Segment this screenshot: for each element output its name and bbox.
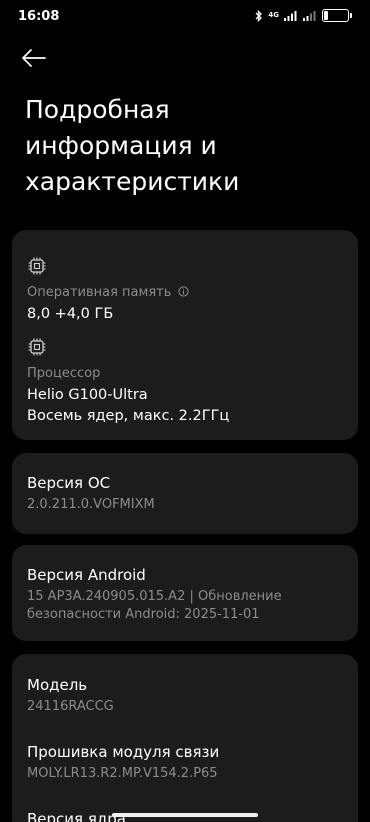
model-value: 24116RACCG	[27, 699, 114, 714]
android-version-title: Версия Android	[27, 566, 146, 584]
chip-icon	[28, 338, 46, 356]
info-icon[interactable]	[177, 285, 189, 297]
page-title: Подробная информация и характеристики	[25, 95, 240, 196]
os-version-card[interactable]: Версия ОС 2.0.211.0.VOFMIXM	[12, 453, 358, 534]
os-version-value: 2.0.211.0.VOFMIXM	[27, 497, 155, 512]
kernel-title: Версия ядра	[27, 810, 126, 822]
arrow-left-icon	[22, 49, 46, 67]
back-button[interactable]	[22, 44, 54, 72]
battery-fill	[324, 11, 328, 20]
android-version-card[interactable]: Версия Android 15 AP3A.240905.015.A2 | О…	[12, 545, 358, 641]
model-card: Модель 24116RACCG Прошивка модуля связи …	[12, 654, 358, 822]
hardware-card: Оперативная память 8,0 +4,0 ГБ Процессор…	[12, 230, 358, 440]
baseband-title: Прошивка модуля связи	[27, 743, 220, 761]
status-bar: 16:08 4G 22	[0, 0, 370, 34]
cpu-model: Helio G100-Ultra	[27, 387, 148, 403]
status-time: 16:08	[18, 9, 60, 24]
cpu-cores: Восемь ядер, макс. 2.2ГГц	[27, 408, 230, 424]
bluetooth-icon	[255, 9, 263, 22]
baseband-value: MOLY.LR13.R2.MP.V154.2.P65	[27, 766, 218, 781]
home-indicator[interactable]	[112, 813, 258, 817]
chip-icon	[28, 257, 46, 275]
signal-icon	[284, 10, 298, 21]
cpu-label: Процессор	[27, 366, 101, 381]
battery-level: 22	[329, 10, 342, 20]
os-version-title: Версия ОС	[27, 474, 111, 492]
battery-tip	[350, 13, 352, 18]
model-title: Модель	[27, 676, 88, 694]
ram-label-row[interactable]: Оперативная память	[27, 285, 189, 300]
network-label: 4G	[268, 11, 279, 19]
battery-icon: 22	[322, 9, 349, 22]
status-icons: 4G 22	[255, 9, 352, 22]
ram-label: Оперативная память	[27, 285, 172, 300]
ram-value: 8,0 +4,0 ГБ	[27, 306, 114, 322]
signal-icon	[303, 10, 317, 21]
android-version-value: 15 AP3A.240905.015.A2 | Обновление безоп…	[27, 589, 282, 622]
